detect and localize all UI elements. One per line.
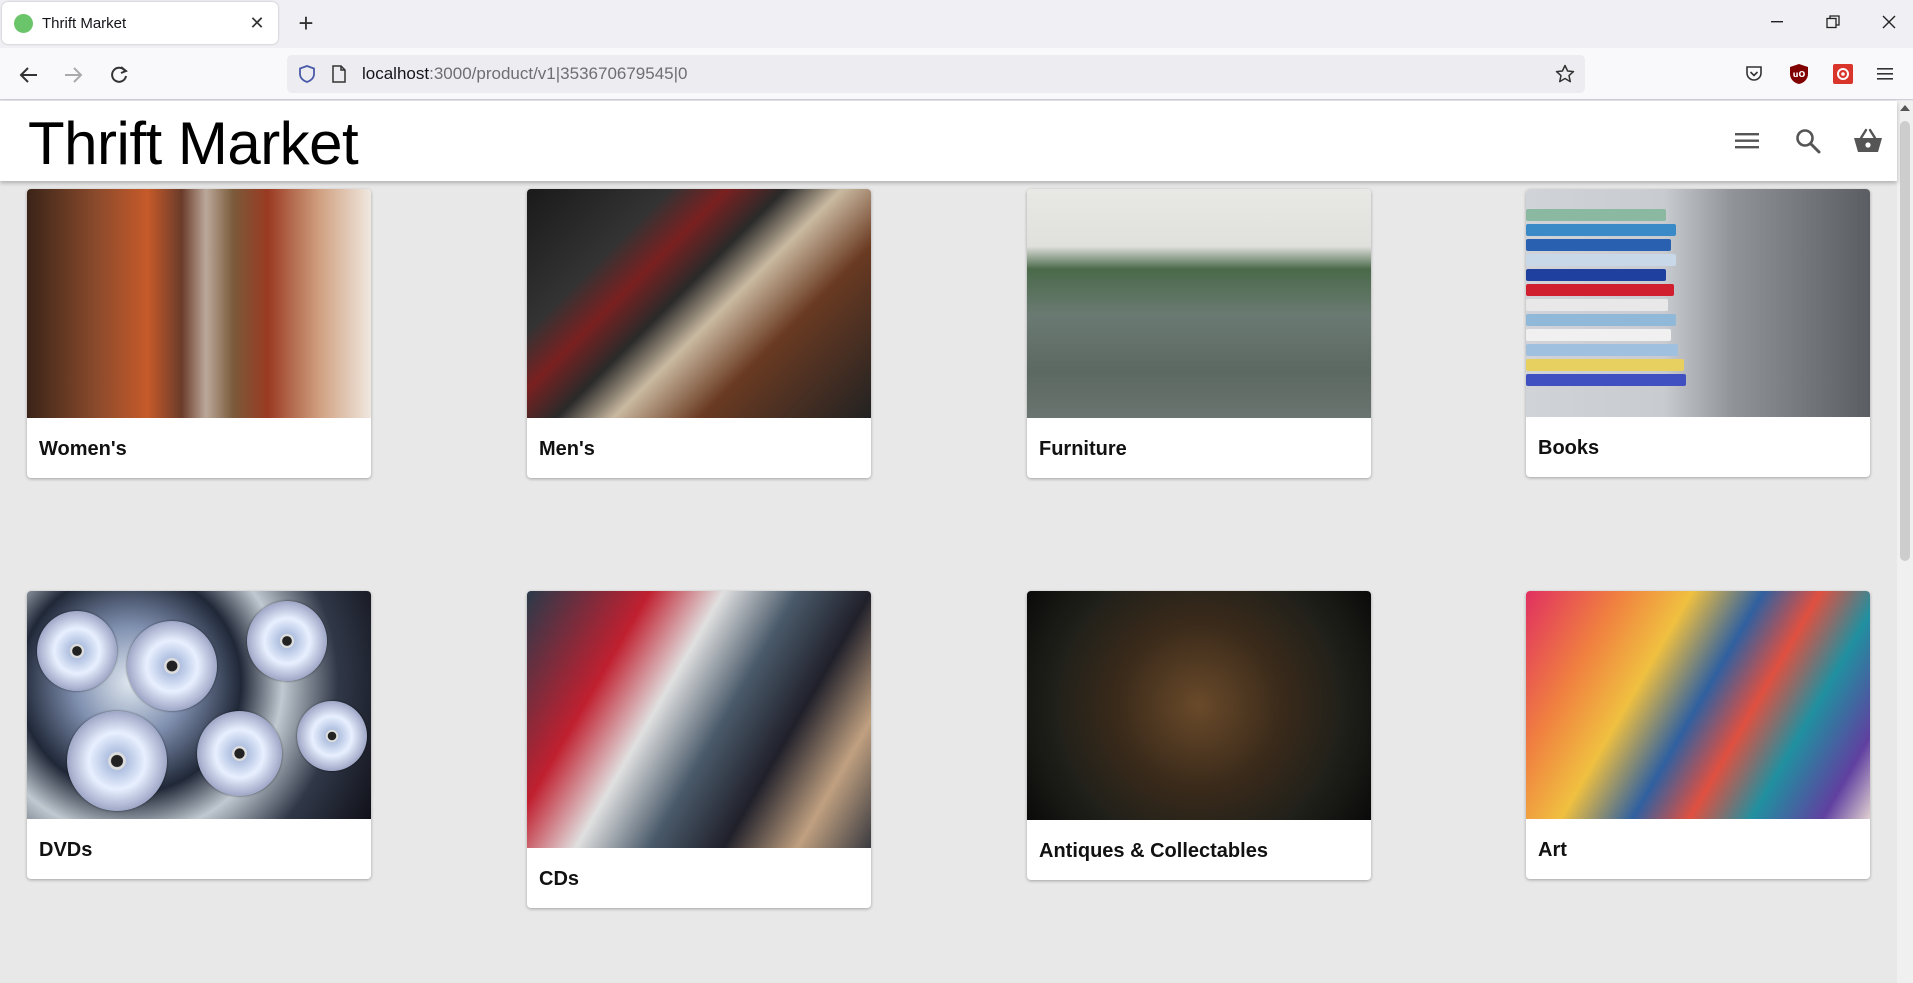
books-stack-illustration — [1526, 209, 1696, 417]
site-title[interactable]: Thrift Market — [28, 109, 359, 178]
app-header: Thrift Market — [0, 101, 1897, 181]
category-card-womens[interactable]: Women's — [27, 189, 371, 478]
app-menu-icon[interactable] — [1872, 60, 1900, 88]
svg-text:uO: uO — [1793, 70, 1806, 79]
reload-icon[interactable] — [102, 58, 136, 92]
scroll-thumb[interactable] — [1900, 121, 1910, 561]
back-arrow-icon[interactable] — [12, 58, 46, 92]
scroll-up-arrow-icon[interactable] — [1900, 105, 1910, 111]
category-card-mens[interactable]: Men's — [527, 189, 871, 478]
category-image-mens — [527, 189, 871, 418]
url-host: localhost — [362, 64, 430, 83]
category-label: DVDs — [39, 839, 93, 861]
close-window-icon[interactable] — [1869, 6, 1909, 38]
restore-icon[interactable] — [1813, 6, 1853, 38]
tab-title: Thrift Market — [42, 14, 127, 32]
address-bar[interactable]: localhost:3000/product/v1|353670679545|0 — [287, 55, 1585, 93]
category-image-art — [1526, 591, 1870, 819]
category-label: Antiques & Collectables — [1039, 840, 1268, 862]
menu-icon[interactable] — [1730, 123, 1766, 159]
category-label: Books — [1538, 437, 1600, 459]
category-image-cds — [527, 591, 871, 848]
extension-icon[interactable] — [1829, 60, 1857, 88]
bookmark-star-icon[interactable] — [1555, 64, 1575, 84]
page-scrollbar[interactable] — [1897, 101, 1913, 983]
new-tab-button[interactable]: + — [292, 8, 320, 38]
url-text: localhost:3000/product/v1|353670679545|0 — [362, 64, 688, 84]
category-label: Men's — [539, 438, 595, 460]
close-tab-icon[interactable]: ✕ — [246, 12, 268, 34]
pocket-icon[interactable] — [1740, 60, 1768, 88]
shield-icon[interactable] — [297, 64, 317, 84]
browser-tab[interactable]: Thrift Market ✕ — [2, 2, 278, 44]
category-image-dvds — [27, 591, 371, 819]
category-image-furniture — [1027, 189, 1371, 418]
category-image-antiques — [1027, 591, 1371, 820]
ublock-icon[interactable]: uO — [1785, 60, 1813, 88]
search-icon[interactable] — [1790, 123, 1826, 159]
category-card-dvds[interactable]: DVDs — [27, 591, 371, 879]
url-path: :3000/product/v1|353670679545|0 — [429, 64, 688, 83]
category-label: Women's — [39, 438, 127, 460]
forward-arrow-icon[interactable] — [56, 58, 90, 92]
category-image-womens — [27, 189, 371, 418]
category-label: Art — [1538, 839, 1567, 861]
favicon-icon — [14, 13, 33, 33]
category-image-books — [1526, 189, 1870, 417]
minimize-icon[interactable] — [1757, 6, 1797, 38]
category-label: Furniture — [1039, 438, 1127, 460]
category-card-cds[interactable]: CDs — [527, 591, 871, 908]
category-card-furniture[interactable]: Furniture — [1027, 189, 1371, 478]
basket-icon[interactable] — [1850, 123, 1886, 159]
category-card-art[interactable]: Art — [1526, 591, 1870, 879]
browser-toolbar: localhost:3000/product/v1|353670679545|0… — [0, 48, 1913, 100]
page-info-icon[interactable] — [331, 65, 347, 83]
category-card-antiques[interactable]: Antiques & Collectables — [1027, 591, 1371, 880]
category-card-books[interactable]: Books — [1526, 189, 1870, 477]
browser-tab-strip: Thrift Market ✕ + — [0, 0, 1913, 48]
category-label: CDs — [539, 868, 580, 890]
